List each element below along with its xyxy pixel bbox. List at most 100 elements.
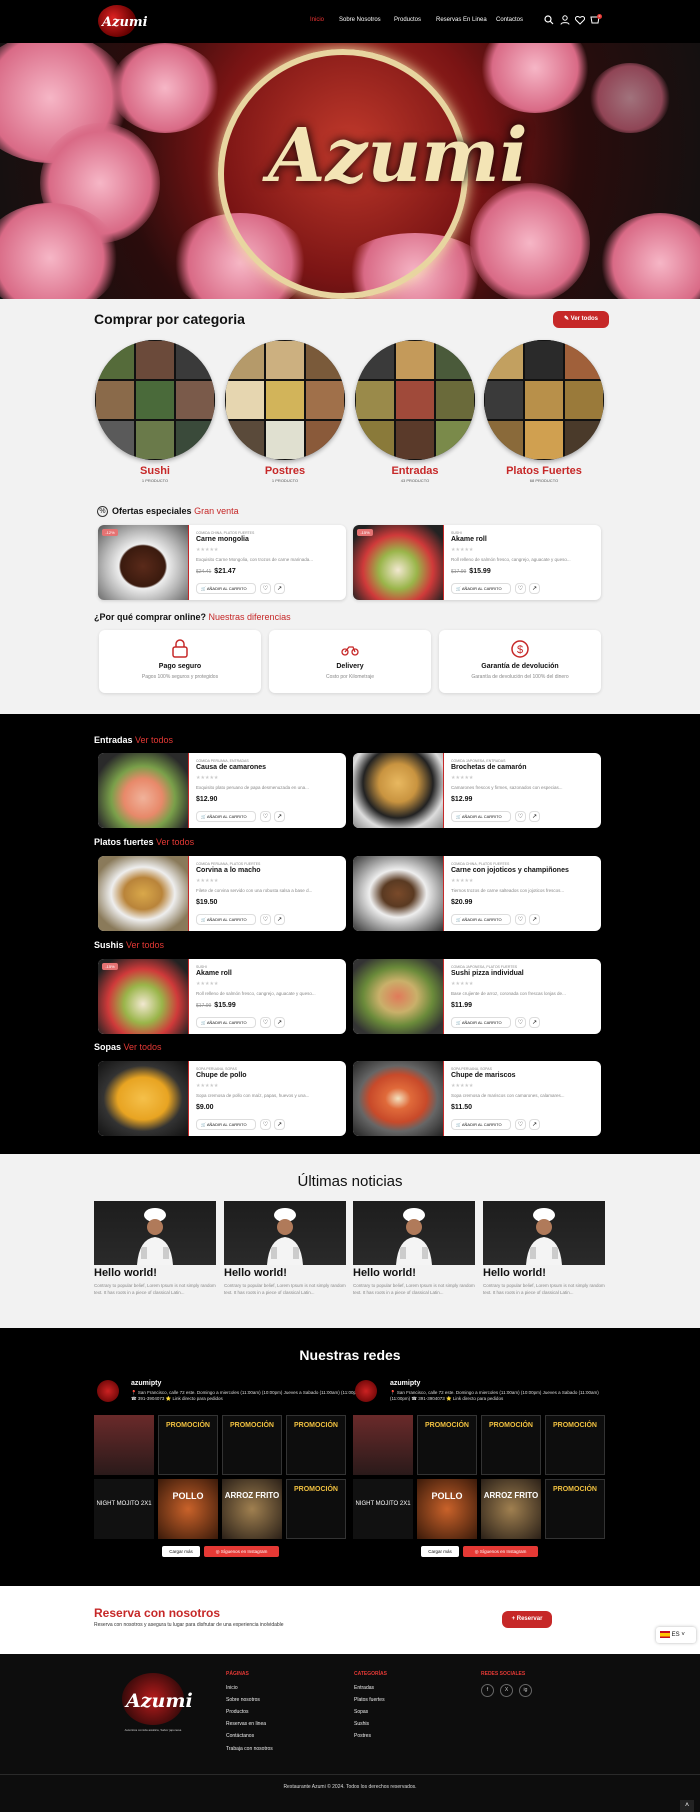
product-image[interactable] [98, 959, 188, 1034]
x-twitter-icon[interactable]: X [500, 1684, 513, 1697]
wishlist-heart-icon[interactable]: ♡ [260, 1119, 271, 1130]
heart-icon[interactable] [575, 15, 585, 25]
user-icon[interactable] [560, 15, 570, 25]
instagram-post[interactable] [353, 1415, 413, 1475]
news-image[interactable] [483, 1201, 605, 1265]
product-image[interactable] [353, 1061, 443, 1136]
wishlist-heart-icon[interactable]: ♡ [515, 583, 526, 594]
news-item-title[interactable]: Hello world! [353, 1267, 416, 1279]
instagram-avatar[interactable] [355, 1380, 377, 1402]
category-name-sushi[interactable]: Sushi [95, 465, 215, 477]
instagram-post[interactable]: PROMOCIÓN [222, 1415, 282, 1475]
view-all-link[interactable]: Ver todos [135, 735, 173, 745]
site-logo[interactable]: Azumi [98, 5, 148, 37]
instagram-post[interactable]: PROMOCIÓN [158, 1415, 218, 1475]
share-icon[interactable]: ↗ [529, 914, 540, 925]
nav-reservas[interactable]: Reservas En Linea [436, 17, 487, 23]
load-more-button[interactable]: Cargar más [421, 1546, 459, 1557]
instagram-account[interactable]: azumipty [131, 1380, 161, 1387]
wishlist-heart-icon[interactable]: ♡ [515, 1017, 526, 1028]
instagram-post[interactable]: PROMOCIÓN [481, 1415, 541, 1475]
product-card[interactable]: SOPA PERUANA, SOPAS Chupe de mariscos ★★… [353, 1061, 601, 1136]
category-name-platos-fuertes[interactable]: Platos Fuertes [484, 465, 604, 477]
add-to-cart-button[interactable]: 🛒 AÑADIR AL CARRITO [451, 1017, 511, 1028]
product-card[interactable]: -15% SUSHI Akame roll ★★★★★ Roll relleno… [98, 959, 346, 1034]
reserve-button[interactable]: + Reservar [502, 1611, 552, 1628]
facebook-icon[interactable]: f [481, 1684, 494, 1697]
share-icon[interactable]: ↗ [274, 914, 285, 925]
add-to-cart-button[interactable]: 🛒 AÑADIR AL CARRITO [451, 1119, 511, 1130]
news-image[interactable] [94, 1201, 216, 1265]
product-image[interactable] [98, 753, 188, 828]
wishlist-heart-icon[interactable]: ♡ [515, 811, 526, 822]
share-icon[interactable]: ↗ [274, 1119, 285, 1130]
add-to-cart-button[interactable]: 🛒 AÑADIR AL CARRITO [196, 1017, 256, 1028]
product-card[interactable]: COMIDA JAPONESA, PLATOS FUERTES Sushi pi… [353, 959, 601, 1034]
product-name[interactable]: Akame roll [451, 536, 487, 543]
category-image-entradas[interactable] [355, 340, 475, 460]
footer-link[interactable]: Trabaja con nosotros [226, 1746, 273, 1752]
wishlist-heart-icon[interactable]: ♡ [260, 1017, 271, 1028]
add-to-cart-button[interactable]: 🛒 AÑADIR AL CARRITO [196, 811, 256, 822]
share-icon[interactable]: ↗ [529, 811, 540, 822]
share-icon[interactable]: ↗ [529, 1119, 540, 1130]
footer-link[interactable]: Postres [354, 1733, 371, 1739]
instagram-post[interactable]: ARROZ FRITO [481, 1479, 541, 1539]
scroll-top-chevron-icon[interactable]: ˄ [680, 1800, 694, 1812]
instagram-post[interactable] [94, 1415, 154, 1475]
nav-productos[interactable]: Productos [394, 17, 421, 23]
instagram-post[interactable]: PROMOCIÓN [417, 1415, 477, 1475]
footer-link[interactable]: Inicio [226, 1685, 238, 1691]
search-icon[interactable] [544, 15, 554, 25]
instagram-post[interactable]: PROMOCIÓN [286, 1415, 346, 1475]
category-name-postres[interactable]: Postres [225, 465, 345, 477]
product-name[interactable]: Carne mongolia [196, 536, 249, 543]
product-card[interactable]: COMIDA PERUANA, PLATOS FUERTES Corvina a… [98, 856, 346, 931]
product-name[interactable]: Chupe de pollo [196, 1072, 247, 1079]
footer-link[interactable]: Productos [226, 1709, 249, 1715]
product-card[interactable]: COMIDA PERUANA, ENTRADAS Causa de camaro… [98, 753, 346, 828]
footer-link[interactable]: Platos fuertes [354, 1697, 385, 1703]
news-item-title[interactable]: Hello world! [483, 1267, 546, 1279]
wishlist-heart-icon[interactable]: ♡ [260, 914, 271, 925]
product-name[interactable]: Akame roll [196, 970, 232, 977]
footer-link[interactable]: Sobre nosotros [226, 1697, 260, 1703]
product-name[interactable]: Chupe de mariscos [451, 1072, 516, 1079]
product-card[interactable]: -12% COMIDA CHINA, PLATOS FUERTES Carne … [98, 525, 346, 600]
instagram-post[interactable]: PROMOCIÓN [545, 1479, 605, 1539]
product-name[interactable]: Carne con jojoticos y champiñones [451, 867, 569, 874]
add-to-cart-button[interactable]: 🛒 AÑADIR AL CARRITO [196, 1119, 256, 1130]
footer-link[interactable]: Reservas en linea [226, 1721, 266, 1727]
product-card[interactable]: SOPA PERUANA, SOPAS Chupe de pollo ★★★★★… [98, 1061, 346, 1136]
nav-sobre-nosotros[interactable]: Sobre Nosotros [339, 17, 381, 23]
add-to-cart-button[interactable]: 🛒 AÑADIR AL CARRITO [451, 583, 511, 594]
product-image[interactable] [98, 525, 188, 600]
instagram-post[interactable]: PROMOCIÓN [286, 1479, 346, 1539]
instagram-post[interactable]: POLLO [158, 1479, 218, 1539]
instagram-post[interactable]: PROMOCIÓN [545, 1415, 605, 1475]
wishlist-heart-icon[interactable]: ♡ [260, 811, 271, 822]
share-icon[interactable]: ↗ [274, 583, 285, 594]
add-to-cart-button[interactable]: 🛒 AÑADIR AL CARRITO [196, 914, 256, 925]
nav-inicio[interactable]: Inicio [310, 17, 324, 23]
share-icon[interactable]: ↗ [274, 1017, 285, 1028]
follow-instagram-button[interactable]: ◎ Síguenos en Instagram [463, 1546, 538, 1557]
product-image[interactable] [98, 856, 188, 931]
product-card[interactable]: COMIDA JAPONESA, ENTRADAS Brochetas de c… [353, 753, 601, 828]
instagram-post[interactable]: NIGHT MOJITO 2X1 [353, 1479, 413, 1539]
footer-link[interactable]: Sushis [354, 1721, 369, 1727]
footer-link[interactable]: Contáctanos [226, 1733, 254, 1739]
view-all-link[interactable]: Ver todos [124, 1042, 162, 1052]
wishlist-heart-icon[interactable]: ♡ [515, 914, 526, 925]
load-more-button[interactable]: Cargar más [162, 1546, 200, 1557]
view-all-link[interactable]: Ver todos [126, 940, 164, 950]
product-image[interactable] [98, 1061, 188, 1136]
product-image[interactable] [353, 753, 443, 828]
instagram-post[interactable]: NIGHT MOJITO 2X1 [94, 1479, 154, 1539]
category-image-platos-fuertes[interactable] [484, 340, 604, 460]
nav-contactos[interactable]: Contactos [496, 17, 523, 23]
footer-link[interactable]: Entradas [354, 1685, 374, 1691]
view-all-link[interactable]: Ver todos [156, 837, 194, 847]
product-name[interactable]: Brochetas de camarón [451, 764, 526, 771]
share-icon[interactable]: ↗ [274, 811, 285, 822]
